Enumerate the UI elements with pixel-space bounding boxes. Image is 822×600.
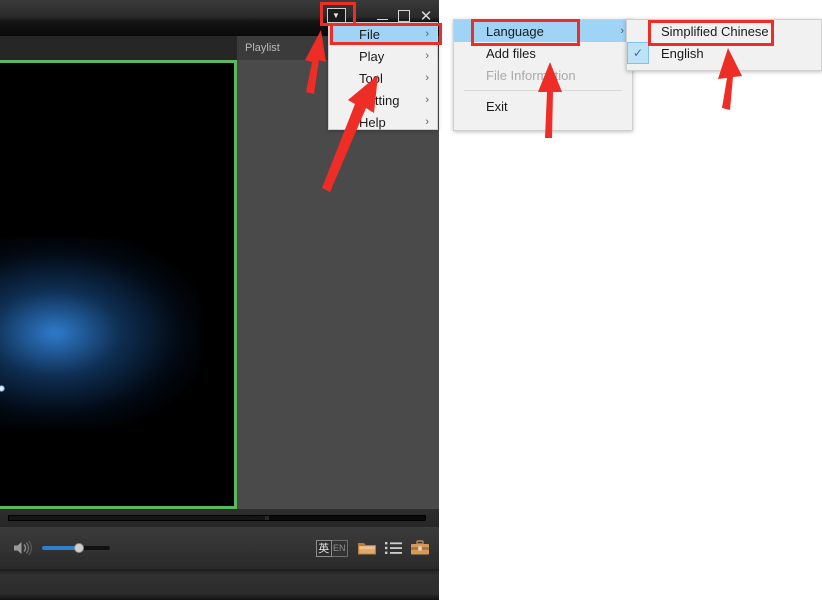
chevron-right-icon: › bbox=[425, 72, 429, 84]
volume-slider[interactable] bbox=[42, 543, 110, 553]
menu-item-english-label: English bbox=[661, 45, 704, 61]
chevron-right-icon: › bbox=[425, 116, 429, 128]
menu-item-tool-label: Tool bbox=[359, 70, 383, 86]
menu-item-add-files[interactable]: Add files bbox=[454, 42, 632, 64]
volume-handle[interactable] bbox=[74, 543, 85, 553]
seek-bar-area bbox=[0, 509, 439, 527]
menu-item-simplified-chinese[interactable]: Simplified Chinese bbox=[627, 20, 821, 42]
menu-separator bbox=[464, 90, 622, 91]
language-en-label: EN bbox=[331, 539, 348, 557]
chevron-right-icon: › bbox=[425, 94, 429, 106]
language-submenu[interactable]: Simplified Chinese ✓ English bbox=[626, 19, 822, 71]
language-cn-label: 英 bbox=[316, 539, 332, 557]
tab-video[interactable] bbox=[0, 36, 237, 60]
menu-item-help[interactable]: Help › bbox=[329, 111, 437, 133]
control-bar: 英 EN bbox=[0, 527, 439, 569]
maximize-icon bbox=[398, 10, 410, 22]
video-glow-decoration bbox=[0, 238, 200, 428]
menu-item-play[interactable]: Play › bbox=[329, 45, 437, 67]
check-icon: ✓ bbox=[627, 42, 649, 64]
menu-item-tool[interactable]: Tool › bbox=[329, 67, 437, 89]
open-folder-icon[interactable] bbox=[357, 538, 377, 558]
menu-item-play-label: Play bbox=[359, 48, 385, 64]
menu-item-language[interactable]: Language › bbox=[454, 20, 632, 42]
main-menu[interactable]: File › Play › Tool › Setting › Help › bbox=[328, 22, 438, 130]
menu-item-english[interactable]: ✓ English bbox=[627, 42, 821, 64]
menu-item-add-files-label: Add files bbox=[486, 45, 536, 61]
chevron-right-icon: › bbox=[425, 50, 429, 62]
menu-item-exit[interactable]: Exit bbox=[454, 95, 632, 117]
minimize-icon bbox=[376, 19, 388, 20]
menu-item-file-information: File Information bbox=[454, 64, 632, 86]
menu-item-file-label: File bbox=[359, 26, 380, 42]
language-toggle-icon[interactable]: 英 EN bbox=[316, 539, 348, 557]
toolbox-icon[interactable] bbox=[410, 538, 430, 558]
seek-handle[interactable] bbox=[264, 516, 269, 520]
menu-item-simplified-chinese-label: Simplified Chinese bbox=[661, 23, 769, 39]
video-surface[interactable] bbox=[0, 60, 237, 509]
volume-speaker-icon[interactable] bbox=[12, 539, 32, 557]
playlist-icon[interactable] bbox=[385, 538, 403, 558]
footer-bar bbox=[0, 569, 439, 600]
menu-item-file-information-label: File Information bbox=[486, 67, 576, 83]
chevron-right-icon: › bbox=[425, 28, 429, 40]
menu-item-language-label: Language bbox=[486, 23, 544, 39]
file-submenu[interactable]: Language › Add files File Information Ex… bbox=[453, 19, 633, 131]
menu-item-exit-label: Exit bbox=[486, 98, 508, 114]
chevron-right-icon: › bbox=[620, 25, 624, 37]
menu-item-setting[interactable]: Setting › bbox=[329, 89, 437, 111]
seek-slider[interactable] bbox=[8, 515, 426, 521]
menu-item-file[interactable]: File › bbox=[329, 23, 437, 45]
seek-progress bbox=[9, 516, 267, 520]
menu-item-setting-label: Setting bbox=[359, 92, 400, 108]
tab-playlist-label: Playlist bbox=[245, 42, 280, 54]
menu-item-help-label: Help bbox=[359, 114, 386, 130]
